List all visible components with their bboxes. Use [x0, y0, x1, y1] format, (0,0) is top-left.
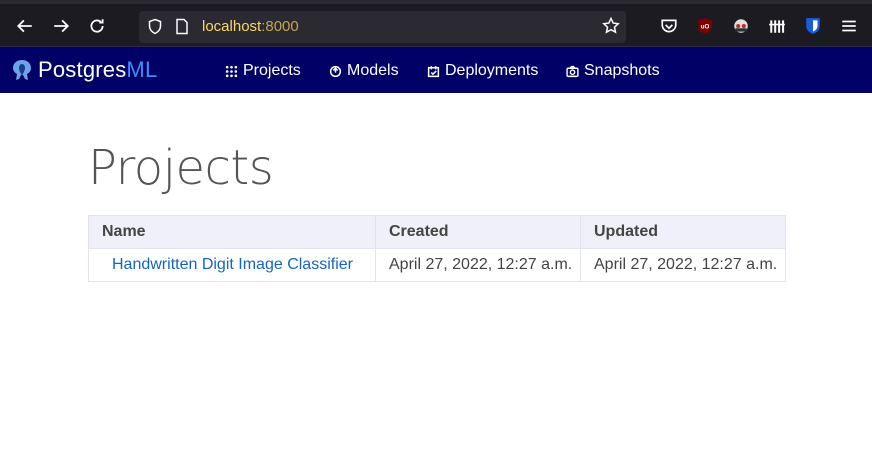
url-bar[interactable]: localhost:8000 — [139, 11, 626, 43]
nav-snapshots-label: Snapshots — [584, 62, 660, 79]
browser-toolbar: localhost:8000 uO — [0, 0, 872, 46]
page-title: Projects — [88, 140, 274, 196]
back-arrow-icon[interactable] — [13, 14, 37, 38]
table-row[interactable]: Handwritten Digit Image Classifier April… — [88, 248, 786, 282]
url-text[interactable]: localhost:8000 — [202, 18, 299, 35]
nav-snapshots[interactable]: Snapshots — [566, 62, 660, 80]
forward-arrow-icon[interactable] — [49, 14, 73, 38]
bookmark-star-icon[interactable] — [602, 16, 620, 40]
column-header-updated[interactable]: Updated — [580, 215, 786, 249]
reload-icon[interactable] — [85, 14, 109, 38]
page-info-icon[interactable] — [175, 18, 189, 40]
deployments-icon — [427, 65, 440, 77]
nav-projects-label: Projects — [243, 62, 301, 79]
grid-icon — [225, 65, 238, 77]
project-updated-cell: April 27, 2022, 12:27 a.m. — [580, 248, 786, 282]
model-icon — [329, 65, 342, 77]
table-header-row: Name Created Updated — [88, 215, 786, 249]
brand[interactable]: PostgresML — [11, 57, 157, 83]
app-navbar: PostgresML Projects Models Deployments S… — [0, 46, 872, 93]
nav-deployments-label: Deployments — [445, 62, 539, 79]
project-created-cell: April 27, 2022, 12:27 a.m. — [375, 248, 581, 282]
brand-name[interactable]: PostgresML — [38, 57, 157, 83]
column-header-name[interactable]: Name — [88, 215, 376, 249]
nav-deployments[interactable]: Deployments — [427, 62, 538, 80]
nav-projects[interactable]: Projects — [225, 62, 301, 80]
column-header-created[interactable]: Created — [375, 215, 581, 249]
extension-bars-icon[interactable] — [765, 14, 789, 38]
bitwarden-icon[interactable] — [801, 14, 825, 38]
pocket-icon[interactable] — [657, 14, 681, 38]
nav-models[interactable]: Models — [329, 62, 399, 80]
shield-icon[interactable] — [147, 18, 163, 40]
svg-text:uO: uO — [701, 23, 710, 30]
privacy-badger-icon[interactable] — [729, 14, 753, 38]
projects-table: Name Created Updated Handwritten Digit I… — [88, 215, 786, 282]
menu-hamburger-icon[interactable] — [837, 14, 861, 38]
nav-models-label: Models — [347, 62, 399, 79]
project-name-link[interactable]: Handwritten Digit Image Classifier — [88, 248, 376, 282]
elephant-logo-icon — [13, 60, 31, 80]
ublock-icon[interactable]: uO — [693, 14, 717, 38]
camera-icon — [566, 65, 579, 77]
